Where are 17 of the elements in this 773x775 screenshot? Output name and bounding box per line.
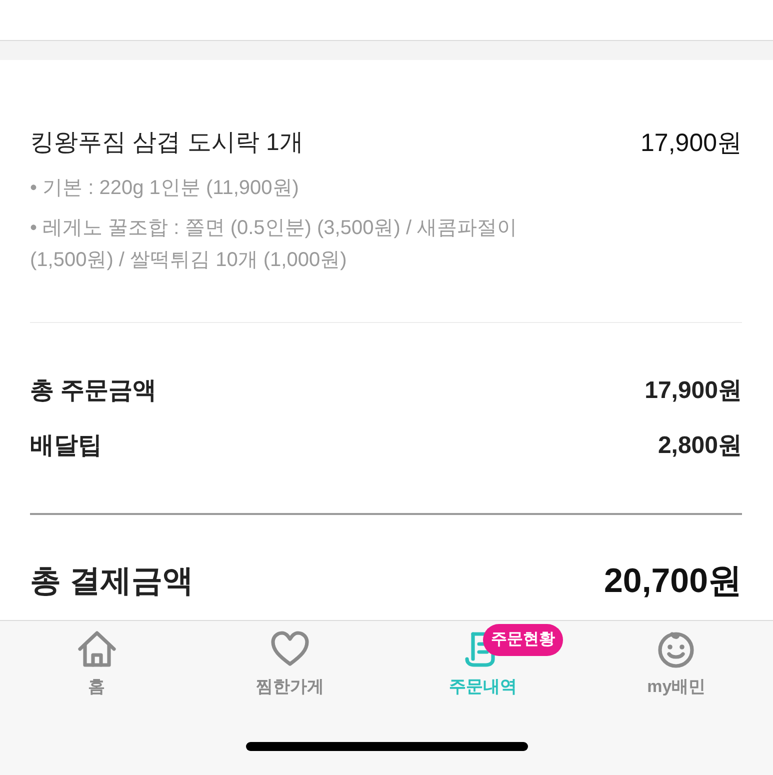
home-icon	[76, 630, 117, 668]
option-text: • 레게노 꿀조합 : 쫄면 (0.5인분) (3,500원) / 새콤파절이 (1,500원) / 쌀떡튀김 10개 (1,000원)	[30, 216, 518, 273]
heart-icon	[270, 630, 310, 668]
menu-item-name: 킹왕푸짐 삼겹 도시락 1개	[30, 128, 304, 158]
tab-bar-item[interactable]: 홈	[72, 621, 121, 698]
total-amount: 20,700원	[604, 561, 742, 601]
total-label: 총 결제금액	[30, 562, 194, 600]
menu-item-price: 17,900원	[640, 128, 742, 158]
summary-amount: 2,800원	[658, 431, 742, 461]
summary-amount: 17,900원	[644, 376, 742, 406]
tab-bar-item[interactable]: my배민	[643, 621, 710, 698]
summary-label: 배달팁	[30, 431, 102, 461]
tab-bar-item[interactable]: 찜한가게	[252, 621, 328, 698]
status-badge: 주문현황	[483, 624, 564, 656]
summary-label: 총 주문금액	[30, 376, 157, 406]
smiley-face-icon	[656, 630, 696, 668]
option-text: • 기본 : 220g 1인분 (11,900원)	[30, 176, 300, 201]
